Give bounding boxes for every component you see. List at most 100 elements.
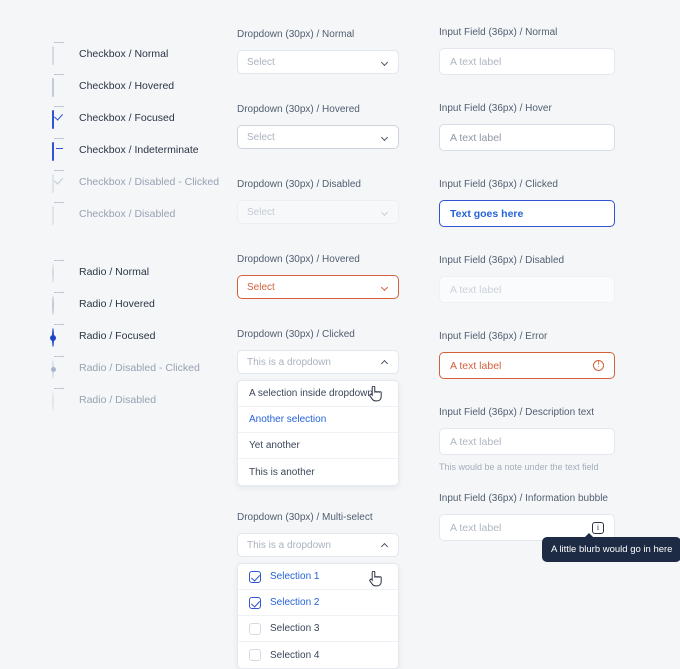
option-label: Selection 3 xyxy=(270,623,320,634)
multiselect-option[interactable]: Selection 1 xyxy=(238,564,398,590)
field-label: Input Field (36px) / Description text xyxy=(439,407,595,418)
checkbox-normal[interactable] xyxy=(52,42,66,65)
helper-text: This would be a note under the text fiel… xyxy=(439,462,599,472)
tooltip-text: A little blurb would go in here xyxy=(551,544,673,555)
field-label: Dropdown (30px) / Clicked xyxy=(237,329,355,340)
radio-focused[interactable] xyxy=(50,324,66,347)
dropdown-multiselect[interactable]: This is a dropdown xyxy=(237,533,399,557)
multiselect-option[interactable]: Selection 2 xyxy=(238,571,398,616)
radio-label: Radio / Hovered xyxy=(79,298,155,310)
checkbox-disabled-clicked xyxy=(52,170,66,193)
field-label: Dropdown (30px) / Disabled xyxy=(237,179,361,190)
checkbox-row-normal[interactable]: Checkbox / Normal xyxy=(52,40,232,68)
checkbox-label: Checkbox / Normal xyxy=(79,48,169,60)
checkbox-row-indeterminate[interactable]: Checkbox / Indeterminate xyxy=(52,136,232,164)
option-checkbox[interactable] xyxy=(249,596,261,609)
chevron-down-icon xyxy=(380,133,389,141)
dropdown-value: Select xyxy=(247,131,275,143)
dropdown-hovered[interactable]: Select xyxy=(237,125,399,149)
option-label: Selection 1 xyxy=(270,571,320,582)
dropdown-disabled: Select xyxy=(237,200,399,224)
input-field-normal: Input Field (36px) / Normal A text label xyxy=(439,26,615,75)
option-checkbox[interactable] xyxy=(249,570,261,583)
chevron-down-icon xyxy=(380,58,389,66)
checkbox-label: Checkbox / Indeterminate xyxy=(79,144,199,156)
checkbox-row-focused[interactable]: Checkbox / Focused xyxy=(52,104,232,132)
dropdown-field-hovered: Dropdown (30px) / Hovered Select xyxy=(237,103,399,149)
dropdown-normal[interactable]: Select xyxy=(237,50,399,74)
dropdown-error[interactable]: Select xyxy=(237,275,399,299)
radio-hovered[interactable] xyxy=(52,292,66,315)
dropdown-field-disabled: Dropdown (30px) / Disabled Select xyxy=(237,178,399,224)
text-input-clicked[interactable]: Text goes here xyxy=(439,200,615,227)
radio-disabled xyxy=(52,388,66,411)
check-icon xyxy=(53,175,64,185)
component-gallery-canvas: Checkbox / Normal Checkbox / Hovered Che… xyxy=(0,0,680,669)
multiselect-option[interactable]: Selection 4 xyxy=(238,642,398,668)
dropdown-option-active[interactable]: Another selection xyxy=(238,386,398,433)
field-label: Input Field (36px) / Information bubble xyxy=(439,493,608,504)
input-value: A text label xyxy=(450,435,502,448)
info-icon[interactable] xyxy=(592,521,604,534)
option-checkbox[interactable] xyxy=(249,622,261,635)
text-input-normal[interactable]: A text label xyxy=(439,48,615,75)
option-label: Another selection xyxy=(249,414,327,425)
option-label: Yet another xyxy=(249,440,300,451)
chevron-down-icon xyxy=(380,208,389,216)
radio-row-disabled: Radio / Disabled xyxy=(52,386,232,414)
multiselect-option[interactable]: Selection 3 xyxy=(238,616,398,642)
field-label: Input Field (36px) / Normal xyxy=(439,27,558,38)
controls-column: Checkbox / Normal Checkbox / Hovered Che… xyxy=(50,40,232,418)
field-label: Input Field (36px) / Error xyxy=(439,331,548,342)
field-label: Input Field (36px) / Hover xyxy=(439,103,552,114)
input-value: A text label xyxy=(450,131,502,144)
input-field-disabled: Input Field (36px) / Disabled A text lab… xyxy=(439,254,615,303)
checkbox-focused[interactable] xyxy=(52,106,66,129)
option-checkbox[interactable] xyxy=(249,649,261,661)
tooltip-arrow xyxy=(584,533,594,538)
input-value: A text label xyxy=(450,521,502,534)
checkbox-hovered[interactable] xyxy=(52,74,66,97)
text-input-error[interactable]: A text label xyxy=(439,352,615,379)
radio-label: Radio / Normal xyxy=(79,266,150,278)
dropdown-value: Select xyxy=(247,206,275,218)
radio-row-normal[interactable]: Radio / Normal xyxy=(52,258,232,286)
text-input-description[interactable]: A text label xyxy=(439,428,615,455)
radio-row-focused[interactable]: Radio / Focused xyxy=(50,322,232,350)
dropdown-field-normal: Dropdown (30px) / Normal Select xyxy=(237,28,399,74)
field-label: Dropdown (30px) / Multi-select xyxy=(237,512,373,523)
radio-dot xyxy=(50,367,56,372)
dash-icon xyxy=(55,148,63,149)
radio-normal[interactable] xyxy=(52,260,66,283)
checkbox-disabled xyxy=(52,202,66,225)
error-icon xyxy=(593,359,604,371)
radio-row-hovered[interactable]: Radio / Hovered xyxy=(52,290,232,318)
dropdown-option[interactable]: Yet another xyxy=(238,433,398,459)
checkbox-row-disabled: Checkbox / Disabled xyxy=(52,200,232,228)
checkbox-row-hovered[interactable]: Checkbox / Hovered xyxy=(52,72,232,100)
dropdown-option[interactable]: A selection inside dropdown xyxy=(238,381,398,407)
input-field-hover: Input Field (36px) / Hover A text label xyxy=(439,102,615,151)
dropdown-value: Select xyxy=(247,281,275,293)
input-value: A text label xyxy=(450,283,502,296)
input-field-clicked: Input Field (36px) / Clicked Text goes h… xyxy=(439,178,615,227)
checkbox-label: Checkbox / Hovered xyxy=(79,80,175,92)
chevron-down-icon xyxy=(380,283,389,291)
dropdown-value: This is a dropdown xyxy=(247,356,331,368)
option-label: A selection inside dropdown xyxy=(249,388,373,399)
dropdown-value: This is a dropdown xyxy=(247,539,331,551)
text-input-hover[interactable]: A text label xyxy=(439,124,615,151)
field-label: Input Field (36px) / Clicked xyxy=(439,179,558,190)
dropdown-field-multiselect: Dropdown (30px) / Multi-select This is a… xyxy=(237,511,399,669)
field-label: Dropdown (30px) / Normal xyxy=(237,29,355,40)
radio-disabled-clicked xyxy=(50,356,66,379)
dropdown-clicked[interactable]: This is a dropdown xyxy=(237,350,399,374)
dropdown-option[interactable]: This is another xyxy=(238,459,398,485)
checkbox-indeterminate[interactable] xyxy=(52,138,66,161)
dropdowns-column: Dropdown (30px) / Normal Select Dropdown… xyxy=(237,28,399,669)
checkbox-label: Checkbox / Focused xyxy=(79,112,175,124)
option-label: This is another xyxy=(249,466,315,478)
input-value: A text label xyxy=(450,55,502,68)
input-value: Text goes here xyxy=(450,207,524,220)
chevron-up-icon xyxy=(380,541,389,551)
